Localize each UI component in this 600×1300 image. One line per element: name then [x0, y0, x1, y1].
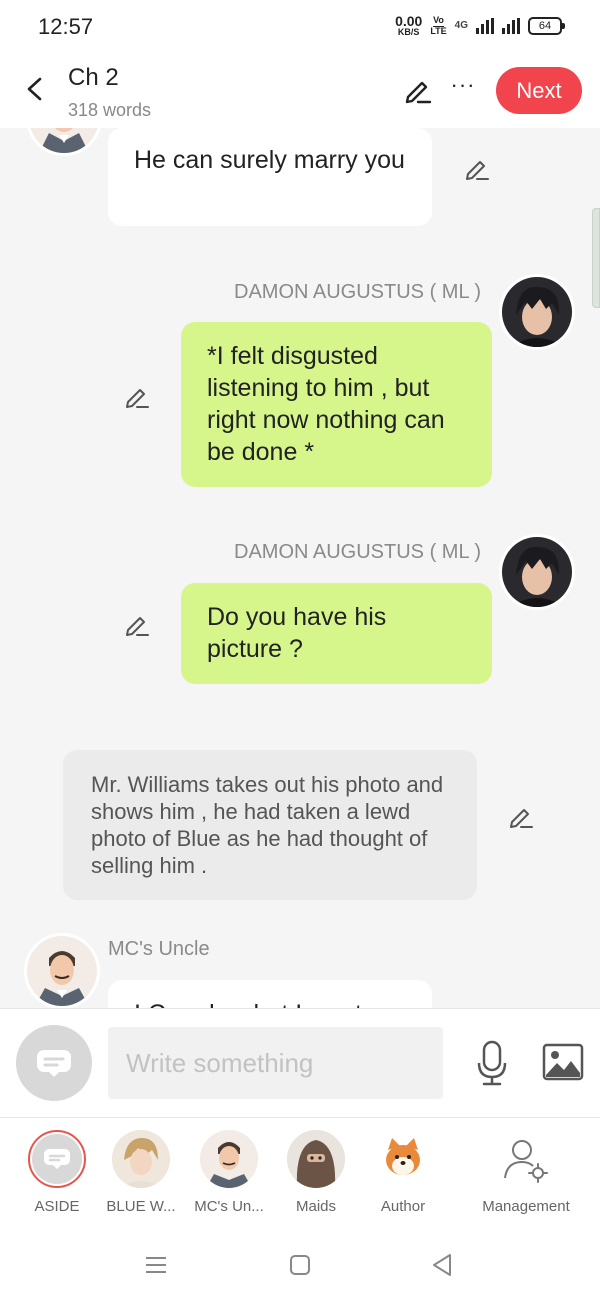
- status-indicators: 0.00 KB/S Vo LTE 4G 64: [395, 14, 565, 37]
- aside-toggle-button[interactable]: [16, 1025, 92, 1101]
- chapter-header: Ch 2 318 words ··· Next: [0, 54, 600, 128]
- character-author[interactable]: Author: [361, 1130, 445, 1215]
- message-text: I Can do what I want: [134, 1000, 362, 1008]
- next-button[interactable]: Next: [496, 67, 582, 114]
- menu-icon[interactable]: [141, 1250, 171, 1280]
- character-aside[interactable]: ASIDE: [15, 1130, 99, 1215]
- damon-avatar[interactable]: [499, 274, 575, 350]
- status-bar: 12:57 0.00 KB/S Vo LTE 4G 64: [0, 0, 600, 54]
- signal-bars-icon-2: [502, 17, 520, 34]
- sender-name: DAMON AUGUSTUS ( ML ): [234, 281, 482, 303]
- character-label: BLUE W...: [106, 1198, 176, 1215]
- sender-name: DAMON AUGUSTUS ( ML ): [234, 541, 482, 563]
- message-text: *I felt disgusted listening to him , but…: [207, 342, 445, 466]
- aside-text: Mr. Williams takes out his photo and sho…: [91, 772, 444, 878]
- scroll-handle[interactable]: [592, 208, 600, 308]
- network-speed: 0.00 KB/S: [395, 14, 422, 37]
- message-bubble[interactable]: He can surely marry you: [108, 128, 432, 226]
- network-speed-unit: KB/S: [397, 27, 420, 37]
- message-bubble[interactable]: I Can do what I want: [108, 980, 432, 1008]
- network-type: 4G: [454, 20, 468, 31]
- edit-pencil-icon[interactable]: [402, 74, 434, 106]
- status-time: 12:57: [38, 14, 94, 39]
- aside-bubble[interactable]: Mr. Williams takes out his photo and sho…: [63, 750, 477, 900]
- volte-indicator: Vo LTE: [430, 14, 447, 36]
- signal-bars-icon: [476, 17, 494, 34]
- character-label: MC's Un...: [194, 1198, 264, 1215]
- sender-name: MC's Uncle: [108, 938, 210, 960]
- damon-avatar[interactable]: [499, 534, 575, 610]
- character-label: Management: [482, 1198, 570, 1215]
- microphone-icon[interactable]: [474, 1039, 510, 1087]
- chat-area[interactable]: He can surely marry you DAMON AUGUSTUS (…: [0, 128, 600, 1008]
- character-label: Maids: [295, 1198, 336, 1215]
- volte-bottom: LTE: [430, 25, 447, 36]
- home-icon[interactable]: [285, 1250, 315, 1280]
- character-mc-uncle[interactable]: MC's Un...: [187, 1130, 271, 1215]
- chapter-title: Ch 2: [68, 64, 119, 91]
- image-upload-icon[interactable]: [542, 1043, 584, 1081]
- blue-avatar: [112, 1130, 170, 1188]
- edit-message-icon[interactable]: [123, 610, 151, 638]
- battery-icon: 64: [528, 16, 565, 35]
- character-maids[interactable]: Maids: [274, 1130, 358, 1215]
- message-bubble[interactable]: *I felt disgusted listening to him , but…: [181, 322, 492, 487]
- message-bubble[interactable]: Do you have his picture ?: [181, 583, 492, 684]
- word-count: 318 words: [68, 100, 152, 120]
- network-speed-value: 0.00: [395, 13, 423, 29]
- system-nav-bar: [0, 1230, 600, 1300]
- shiba-avatar: [374, 1130, 432, 1188]
- user-gear-icon: [497, 1130, 555, 1188]
- edit-message-icon[interactable]: [463, 154, 491, 182]
- aside-icon: [28, 1130, 86, 1188]
- back-triangle-icon[interactable]: [428, 1250, 458, 1280]
- character-blue[interactable]: BLUE W...: [99, 1130, 183, 1215]
- message-text: He can surely marry you: [134, 146, 405, 174]
- message-input[interactable]: [108, 1027, 443, 1099]
- character-selector: ASIDE BLUE W... MC's Un... Maids Author …: [0, 1118, 600, 1230]
- uncle-avatar: [200, 1130, 258, 1188]
- uncle-avatar[interactable]: [26, 128, 102, 156]
- character-label: Author: [380, 1198, 426, 1215]
- character-label: ASIDE: [34, 1198, 80, 1215]
- message-text: Do you have his picture ?: [207, 603, 387, 663]
- maid-avatar: [287, 1130, 345, 1188]
- compose-bar: [0, 1008, 600, 1118]
- volte-top: Vo: [433, 14, 444, 27]
- uncle-avatar[interactable]: [24, 933, 100, 1008]
- edit-message-icon[interactable]: [507, 802, 535, 830]
- more-options-icon[interactable]: ···: [448, 72, 478, 102]
- edit-message-icon[interactable]: [123, 382, 151, 410]
- back-arrow-icon[interactable]: [20, 74, 50, 104]
- aside-message-icon: [37, 1050, 71, 1077]
- character-management[interactable]: Management: [476, 1130, 576, 1215]
